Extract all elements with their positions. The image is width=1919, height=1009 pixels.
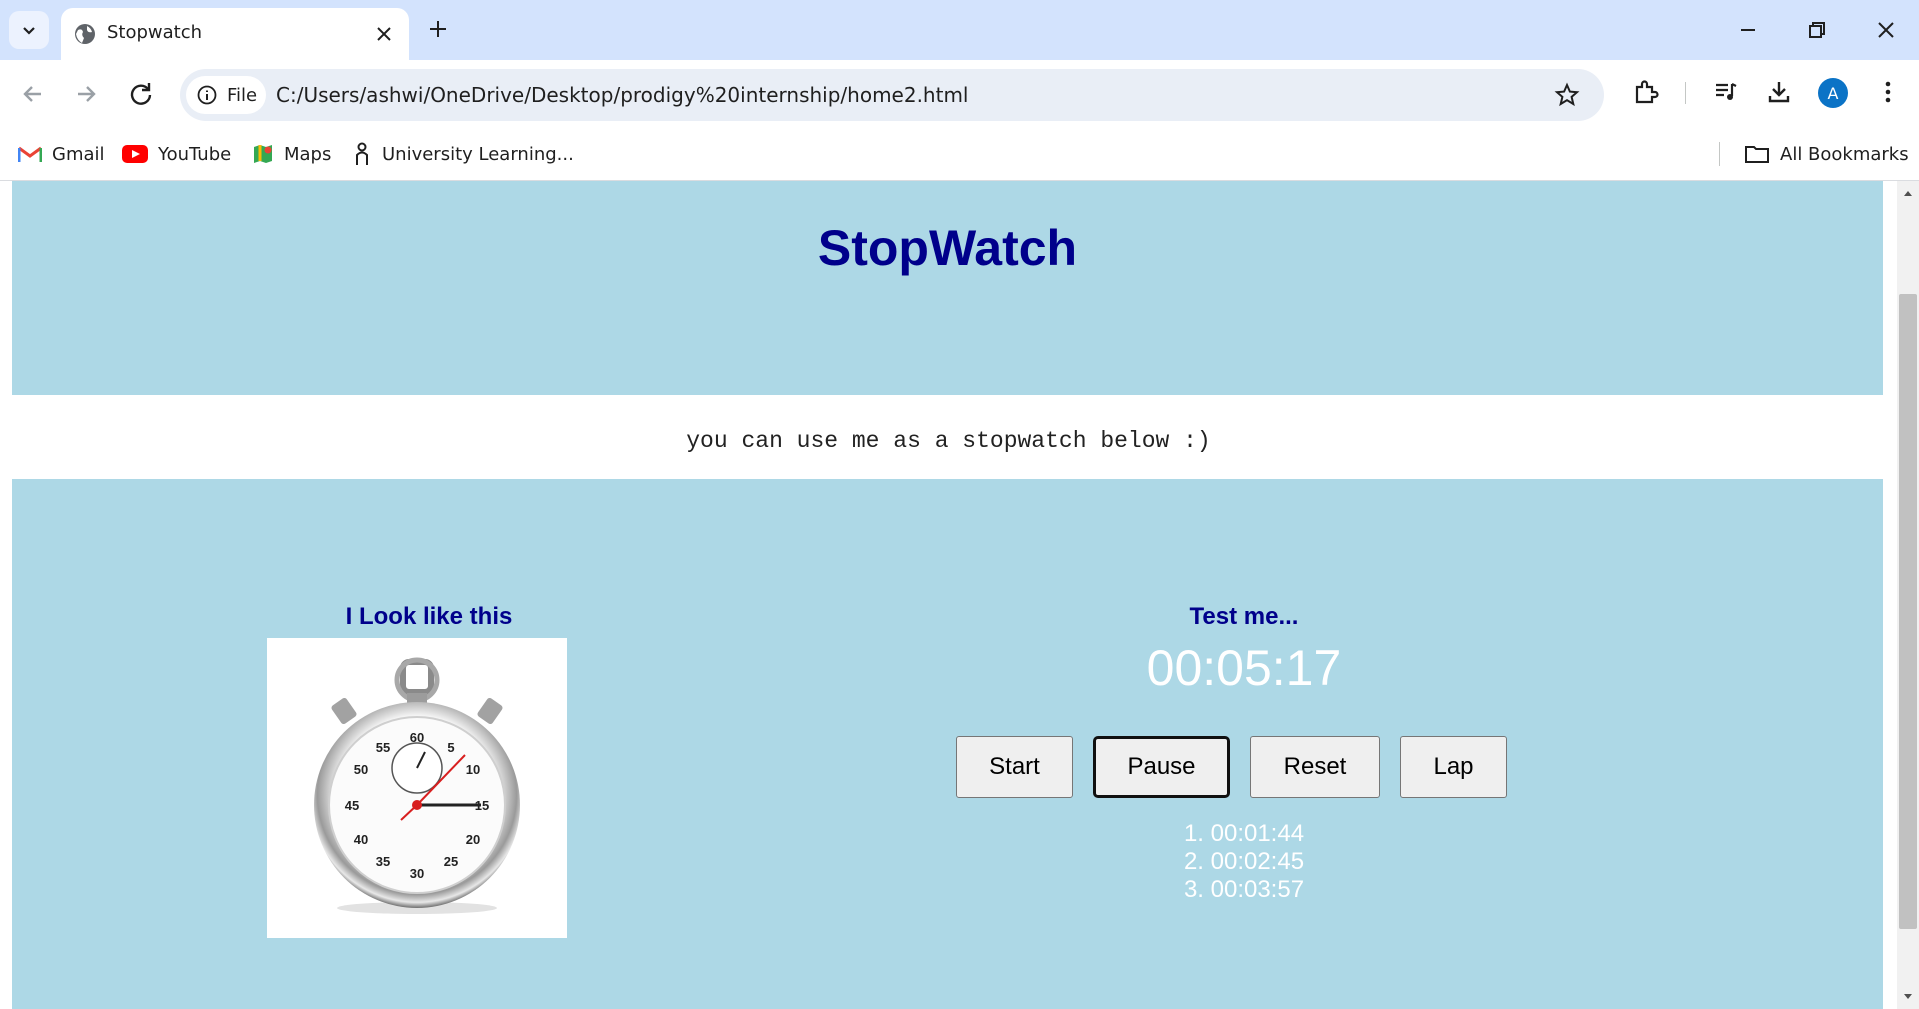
lap-item: 1. 00:01:44 — [1183, 820, 1305, 847]
tab-stopwatch[interactable]: Stopwatch — [61, 8, 409, 60]
bookmark-maps[interactable]: Maps — [252, 138, 331, 170]
new-tab-icon[interactable] — [426, 17, 450, 41]
globe-icon — [75, 24, 95, 44]
gmail-icon — [18, 146, 42, 162]
more-menu-icon[interactable] — [1874, 78, 1902, 106]
bookmark-label: Maps — [284, 143, 332, 165]
dial-number: 20 — [466, 832, 480, 847]
minimize-icon[interactable] — [1734, 16, 1762, 44]
lap-item: 3. 00:03:57 — [1183, 876, 1305, 903]
bookmark-star-icon[interactable] — [1554, 82, 1580, 108]
pause-button[interactable]: Pause — [1093, 736, 1230, 798]
reset-button[interactable]: Reset — [1250, 736, 1380, 798]
dial-number: 50 — [354, 762, 368, 777]
bookmark-youtube[interactable]: YouTube — [122, 138, 231, 170]
info-icon — [197, 85, 217, 105]
dial-number: 30 — [410, 866, 424, 881]
maps-icon — [254, 145, 272, 163]
dial-number: 5 — [447, 740, 454, 755]
stopwatch-heading: Test me... — [1189, 603, 1299, 630]
all-bookmarks-label: All Bookmarks — [1780, 143, 1909, 165]
scroll-up-arrow-icon[interactable] — [1901, 186, 1915, 200]
dial-number: 40 — [354, 832, 368, 847]
media-controls-icon[interactable] — [1712, 78, 1740, 106]
university-icon — [356, 142, 368, 165]
dial-number: 55 — [376, 740, 390, 755]
bookmarks-bar: Gmail YouTube Maps University Learning..… — [0, 130, 1919, 181]
bookmark-label: YouTube — [158, 143, 232, 165]
lap-list: 1. 00:01:44 2. 00:02:45 3. 00:03:57 — [1044, 820, 1444, 904]
time-display: 00:05:17 — [1146, 640, 1342, 696]
bookmark-gmail[interactable]: Gmail — [18, 138, 105, 170]
toolbar-divider — [1685, 82, 1686, 104]
header-section: StopWatch — [12, 181, 1883, 395]
chevron-down-icon — [23, 27, 35, 35]
profile-initial: A — [1827, 83, 1839, 103]
profile-avatar[interactable]: A — [1818, 78, 1848, 108]
close-window-icon[interactable] — [1872, 16, 1900, 44]
address-bar[interactable]: File C:/Users/ashwi/OneDrive/Desktop/pro… — [180, 69, 1604, 121]
page-viewport: StopWatch you can use me as a stopwatch … — [0, 181, 1897, 1009]
site-info-chip[interactable]: File — [186, 76, 266, 114]
scrollbar-thumb[interactable] — [1899, 294, 1917, 929]
bookmark-label: Gmail — [52, 143, 105, 165]
tab-strip: Stopwatch — [0, 0, 1919, 60]
close-icon[interactable] — [372, 22, 396, 46]
lap-button[interactable]: Lap — [1400, 736, 1507, 798]
restore-icon[interactable] — [1803, 16, 1831, 44]
stopwatch-section: I Look like this 60 5 10 15 20 25 30 35 … — [12, 479, 1883, 1009]
dial-number: 35 — [376, 854, 390, 869]
start-button[interactable]: Start — [956, 736, 1073, 798]
bookmark-label: University Learning... — [382, 143, 574, 165]
stopwatch-image: 60 5 10 15 20 25 30 35 40 45 50 55 — [267, 638, 567, 938]
stopwatch-illustration: 60 5 10 15 20 25 30 35 40 45 50 55 — [314, 657, 520, 914]
tab-search-button[interactable] — [9, 11, 49, 49]
dial-number: 10 — [466, 762, 480, 777]
download-icon[interactable] — [1765, 78, 1793, 106]
tagline: you can use me as a stopwatch below :) — [686, 428, 1211, 454]
forward-arrow-icon[interactable] — [70, 78, 102, 110]
bookmark-university-learning[interactable]: University Learning... — [352, 138, 574, 170]
bookmarks-divider — [1719, 142, 1720, 166]
back-arrow-icon[interactable] — [17, 78, 49, 110]
tab-title: Stopwatch — [107, 22, 203, 43]
page-title: StopWatch — [817, 220, 1078, 276]
folder-icon — [1745, 146, 1769, 163]
dial-number: 25 — [444, 854, 458, 869]
preview-heading: I Look like this — [345, 603, 513, 630]
youtube-icon — [122, 145, 148, 163]
url-text[interactable]: C:/Users/ashwi/OneDrive/Desktop/prodigy%… — [276, 83, 969, 107]
all-bookmarks-button[interactable]: All Bookmarks — [1744, 138, 1909, 170]
lap-item: 2. 00:02:45 — [1183, 848, 1305, 875]
reload-icon[interactable] — [125, 78, 157, 110]
extensions-icon[interactable] — [1632, 78, 1660, 106]
dial-number: 45 — [345, 798, 359, 813]
file-chip-label: File — [227, 85, 258, 106]
scroll-down-arrow-icon[interactable] — [1901, 990, 1915, 1004]
